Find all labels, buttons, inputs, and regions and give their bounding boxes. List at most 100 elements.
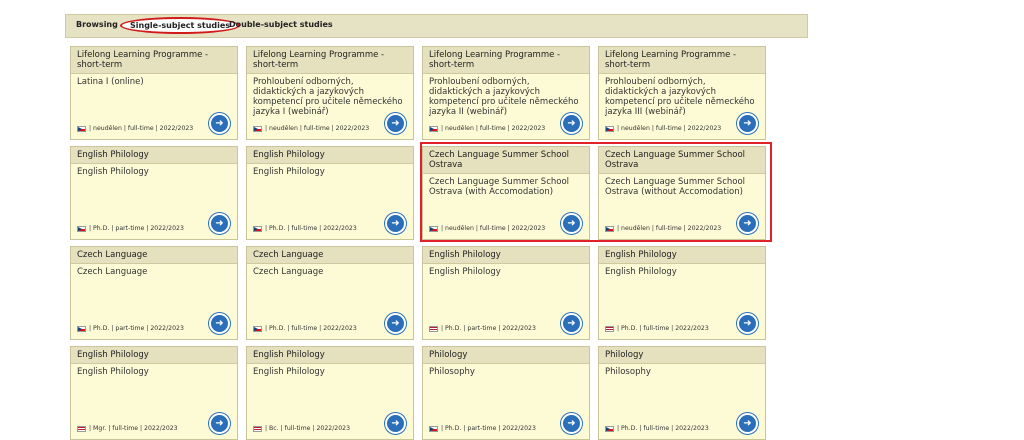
- arrow-right-circle-icon[interactable]: ➜: [561, 413, 582, 434]
- card-meta: | neudělen | full-time | 2022/2023: [429, 225, 545, 232]
- czech-flag-icon: [253, 225, 262, 232]
- card-meta: | Bc. | full-time | 2022/2023: [253, 425, 350, 432]
- programme-card[interactable]: Philology Philosophy | Ph.D. | part-time |…: [422, 346, 590, 440]
- czech-flag-icon: [605, 425, 614, 432]
- card-title: Lifelong Learning Programme - short-term: [247, 47, 413, 74]
- card-meta: | Ph.D. | part-time | 2022/2023: [77, 325, 184, 332]
- programme-card[interactable]: Lifelong Learning Programme - short-term…: [422, 46, 590, 140]
- card-programme-name: Prohloubení odborných, didaktických a ja…: [605, 77, 755, 117]
- card-title: English Philology: [247, 147, 413, 164]
- card-meta-text: | Ph.D. | full-time | 2022/2023: [265, 225, 357, 232]
- arrow-right-circle-icon[interactable]: ➜: [561, 113, 582, 134]
- card-title: Czech Language: [247, 247, 413, 264]
- card-meta-text: | neudělen | full-time | 2022/2023: [441, 225, 546, 232]
- programme-card[interactable]: English Philology English Philology | Ph.D…: [422, 246, 590, 340]
- arrow-right-circle-icon[interactable]: ➜: [737, 413, 758, 434]
- study-type-tabbar: Browsing Single-subject studies Double-s…: [65, 14, 808, 38]
- programme-card[interactable]: Lifelong Learning Programme - short-term…: [598, 46, 766, 140]
- arrow-right-circle-icon[interactable]: ➜: [737, 313, 758, 334]
- czech-flag-icon: [429, 425, 438, 432]
- card-programme-name: English Philology: [77, 167, 149, 177]
- card-title: English Philology: [71, 147, 237, 164]
- programme-card[interactable]: English Philology English Philology | Mgr.…: [70, 346, 238, 440]
- arrow-right-circle-icon[interactable]: ➜: [209, 113, 230, 134]
- card-meta: | Ph.D. | part-time | 2022/2023: [77, 225, 184, 232]
- card-programme-name: Czech Language: [77, 267, 148, 277]
- card-programme-name: Prohloubení odborných, didaktických a ja…: [253, 77, 403, 117]
- programme-card[interactable]: Czech Language Summer School Ostrava Czec…: [422, 146, 590, 240]
- arrow-right-circle-icon[interactable]: ➜: [561, 213, 582, 234]
- card-title: Lifelong Learning Programme - short-term: [71, 47, 237, 74]
- card-meta: | Ph.D. | full-time | 2022/2023: [253, 225, 357, 232]
- card-programme-name: Czech Language Summer School Ostrava (wi…: [605, 177, 746, 197]
- card-programme-name: Prohloubení odborných, didaktických a ja…: [429, 77, 579, 117]
- card-meta-text: | Ph.D. | part-time | 2022/2023: [89, 325, 184, 332]
- programme-card[interactable]: Czech Language Czech Language | Ph.D. | pa…: [70, 246, 238, 340]
- card-meta: | Ph.D. | full-time | 2022/2023: [605, 425, 709, 432]
- card-programme-name: Philosophy: [605, 367, 651, 377]
- programme-card[interactable]: English Philology English Philology | Ph.D…: [70, 146, 238, 240]
- tab-single-subject-studies[interactable]: Single-subject studies: [120, 17, 241, 34]
- card-meta-text: | neudělen | full-time | 2022/2023: [265, 125, 370, 132]
- arrow-right-circle-icon[interactable]: ➜: [561, 313, 582, 334]
- card-title: English Philology: [423, 247, 589, 264]
- programme-card[interactable]: English Philology English Philology | Ph.D…: [598, 246, 766, 340]
- arrow-right-circle-icon[interactable]: ➜: [385, 413, 406, 434]
- arrow-right-circle-icon[interactable]: ➜: [737, 113, 758, 134]
- czech-flag-icon: [605, 125, 614, 132]
- card-meta: | neudělen | full-time | 2022/2023: [605, 125, 721, 132]
- programme-card[interactable]: Lifelong Learning Programme - short-term…: [246, 46, 414, 140]
- czech-flag-icon: [253, 125, 262, 132]
- card-meta: | Ph.D. | part-time | 2022/2023: [429, 325, 536, 332]
- card-meta-text: | Ph.D. | full-time | 2022/2023: [265, 325, 357, 332]
- programme-card[interactable]: Lifelong Learning Programme - short-term…: [70, 46, 238, 140]
- card-title: Czech Language Summer School Ostrava: [423, 147, 589, 174]
- tab-browsing[interactable]: Browsing: [76, 20, 118, 29]
- programme-card[interactable]: Philology Philosophy | Ph.D. | full-time |…: [598, 346, 766, 440]
- card-meta-text: | Ph.D. | full-time | 2022/2023: [617, 425, 709, 432]
- card-meta-text: | Bc. | full-time | 2022/2023: [265, 425, 351, 432]
- arrow-right-circle-icon[interactable]: ➜: [385, 313, 406, 334]
- programme-card[interactable]: English Philology English Philology | Bc. …: [246, 346, 414, 440]
- card-title: Lifelong Learning Programme - short-term: [423, 47, 589, 74]
- card-programme-name: English Philology: [429, 267, 501, 277]
- card-title: English Philology: [599, 247, 765, 264]
- programme-card[interactable]: Czech Language Summer School Ostrava Czec…: [598, 146, 766, 240]
- arrow-right-circle-icon[interactable]: ➜: [209, 313, 230, 334]
- card-title: English Philology: [247, 347, 413, 364]
- card-meta: | neudělen | full-time | 2022/2023: [429, 125, 545, 132]
- card-meta: | neudělen | full-time | 2022/2023: [605, 225, 721, 232]
- czech-flag-icon: [77, 225, 86, 232]
- czech-flag-icon: [429, 125, 438, 132]
- english-flag-icon: [77, 425, 86, 432]
- czech-flag-icon: [77, 125, 86, 132]
- card-title: Czech Language: [71, 247, 237, 264]
- card-meta: | Ph.D. | full-time | 2022/2023: [253, 325, 357, 332]
- card-programme-name: Czech Language: [253, 267, 324, 277]
- card-meta: | neudělen | full-time | 2022/2023: [77, 125, 193, 132]
- card-meta-text: | neudělen | full-time | 2022/2023: [441, 125, 546, 132]
- arrow-right-circle-icon[interactable]: ➜: [385, 213, 406, 234]
- card-programme-name: Philosophy: [429, 367, 475, 377]
- card-meta-text: | Ph.D. | part-time | 2022/2023: [89, 225, 184, 232]
- arrow-right-circle-icon[interactable]: ➜: [737, 213, 758, 234]
- card-meta: | Ph.D. | part-time | 2022/2023: [429, 425, 536, 432]
- english-flag-icon: [605, 325, 614, 332]
- card-meta-text: | neudělen | full-time | 2022/2023: [89, 125, 194, 132]
- card-meta-text: | Ph.D. | part-time | 2022/2023: [441, 325, 536, 332]
- arrow-right-circle-icon[interactable]: ➜: [209, 413, 230, 434]
- arrow-right-circle-icon[interactable]: ➜: [209, 213, 230, 234]
- arrow-right-circle-icon[interactable]: ➜: [385, 113, 406, 134]
- programme-card[interactable]: English Philology English Philology | Ph.D…: [246, 146, 414, 240]
- card-title: English Philology: [71, 347, 237, 364]
- card-programme-name: English Philology: [253, 167, 325, 177]
- tab-double-subject-studies[interactable]: Double-subject studies: [229, 20, 333, 29]
- card-programme-name: Czech Language Summer School Ostrava (wi…: [429, 177, 570, 197]
- czech-flag-icon: [429, 225, 438, 232]
- czech-flag-icon: [77, 325, 86, 332]
- card-meta: | Mgr. | full-time | 2022/2023: [77, 425, 178, 432]
- czech-flag-icon: [253, 325, 262, 332]
- card-title: Lifelong Learning Programme - short-term: [599, 47, 765, 74]
- card-programme-name: Latina I (online): [77, 77, 144, 87]
- programme-card[interactable]: Czech Language Czech Language | Ph.D. | fu…: [246, 246, 414, 340]
